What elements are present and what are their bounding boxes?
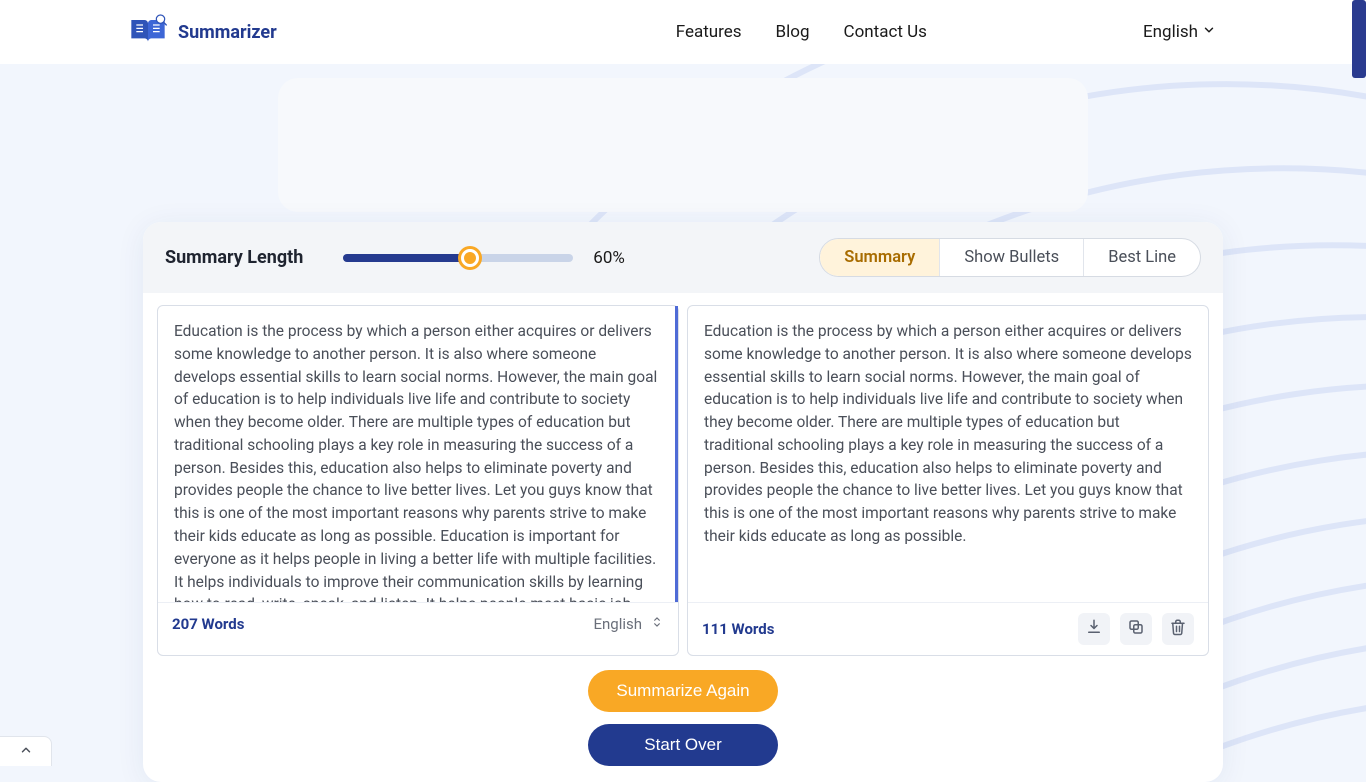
site-header: Summarizer Features Blog Contact Us Engl… — [0, 0, 1366, 64]
page-scrollbar[interactable] — [1352, 0, 1366, 78]
output-word-count: 111 Words — [702, 620, 774, 638]
summarize-again-button[interactable]: Summarize Again — [588, 670, 778, 712]
input-word-count: 207 Words — [172, 615, 244, 633]
panes: Education is the process by which a pers… — [143, 293, 1223, 656]
output-text: Education is the process by which a pers… — [688, 306, 1208, 602]
slider-percent: 60% — [593, 248, 625, 268]
action-buttons: Summarize Again Start Over — [143, 656, 1223, 782]
delete-button[interactable] — [1162, 613, 1194, 645]
book-icon — [128, 13, 168, 51]
input-footer: 207 Words English — [158, 602, 678, 645]
copy-button[interactable] — [1120, 613, 1152, 645]
logo[interactable]: Summarizer — [128, 13, 277, 51]
slider-fill — [343, 254, 470, 262]
input-language-value: English — [593, 615, 642, 633]
scroll-top-button[interactable] — [0, 736, 52, 766]
summary-length-slider[interactable]: 60% — [343, 248, 625, 268]
download-icon — [1085, 618, 1103, 640]
input-pane: Education is the process by which a pers… — [157, 305, 679, 656]
summary-length-label: Summary Length — [165, 247, 303, 268]
main-nav: Features Blog Contact Us — [676, 22, 927, 42]
view-tabs: Summary Show Bullets Best Line — [819, 238, 1201, 277]
copy-icon — [1127, 618, 1145, 640]
nav-features[interactable]: Features — [676, 22, 742, 42]
hero-banner — [278, 78, 1088, 212]
input-text[interactable]: Education is the process by which a pers… — [158, 306, 678, 602]
language-select[interactable]: English — [1143, 22, 1216, 42]
download-button[interactable] — [1078, 613, 1110, 645]
sort-arrows-icon — [650, 613, 664, 635]
tab-best-line[interactable]: Best Line — [1084, 239, 1200, 276]
chevron-down-icon — [1202, 22, 1216, 42]
chevron-up-icon — [17, 742, 35, 761]
slider-track[interactable] — [343, 254, 573, 262]
brand-name: Summarizer — [178, 22, 277, 43]
nav-blog[interactable]: Blog — [776, 22, 810, 42]
output-footer: 111 Words — [688, 602, 1208, 655]
language-current: English — [1143, 22, 1198, 42]
output-actions — [1078, 613, 1194, 645]
output-pane: Education is the process by which a pers… — [687, 305, 1209, 656]
trash-icon — [1169, 618, 1187, 640]
tab-summary[interactable]: Summary — [820, 239, 940, 276]
tab-show-bullets[interactable]: Show Bullets — [940, 239, 1084, 276]
card-controls: Summary Length 60% Summary Show Bullets … — [143, 222, 1223, 293]
summarizer-card: Summary Length 60% Summary Show Bullets … — [143, 222, 1223, 782]
start-over-button[interactable]: Start Over — [588, 724, 778, 766]
input-language-select[interactable]: English — [593, 613, 664, 635]
slider-thumb[interactable] — [461, 249, 479, 267]
nav-contact[interactable]: Contact Us — [844, 22, 927, 42]
